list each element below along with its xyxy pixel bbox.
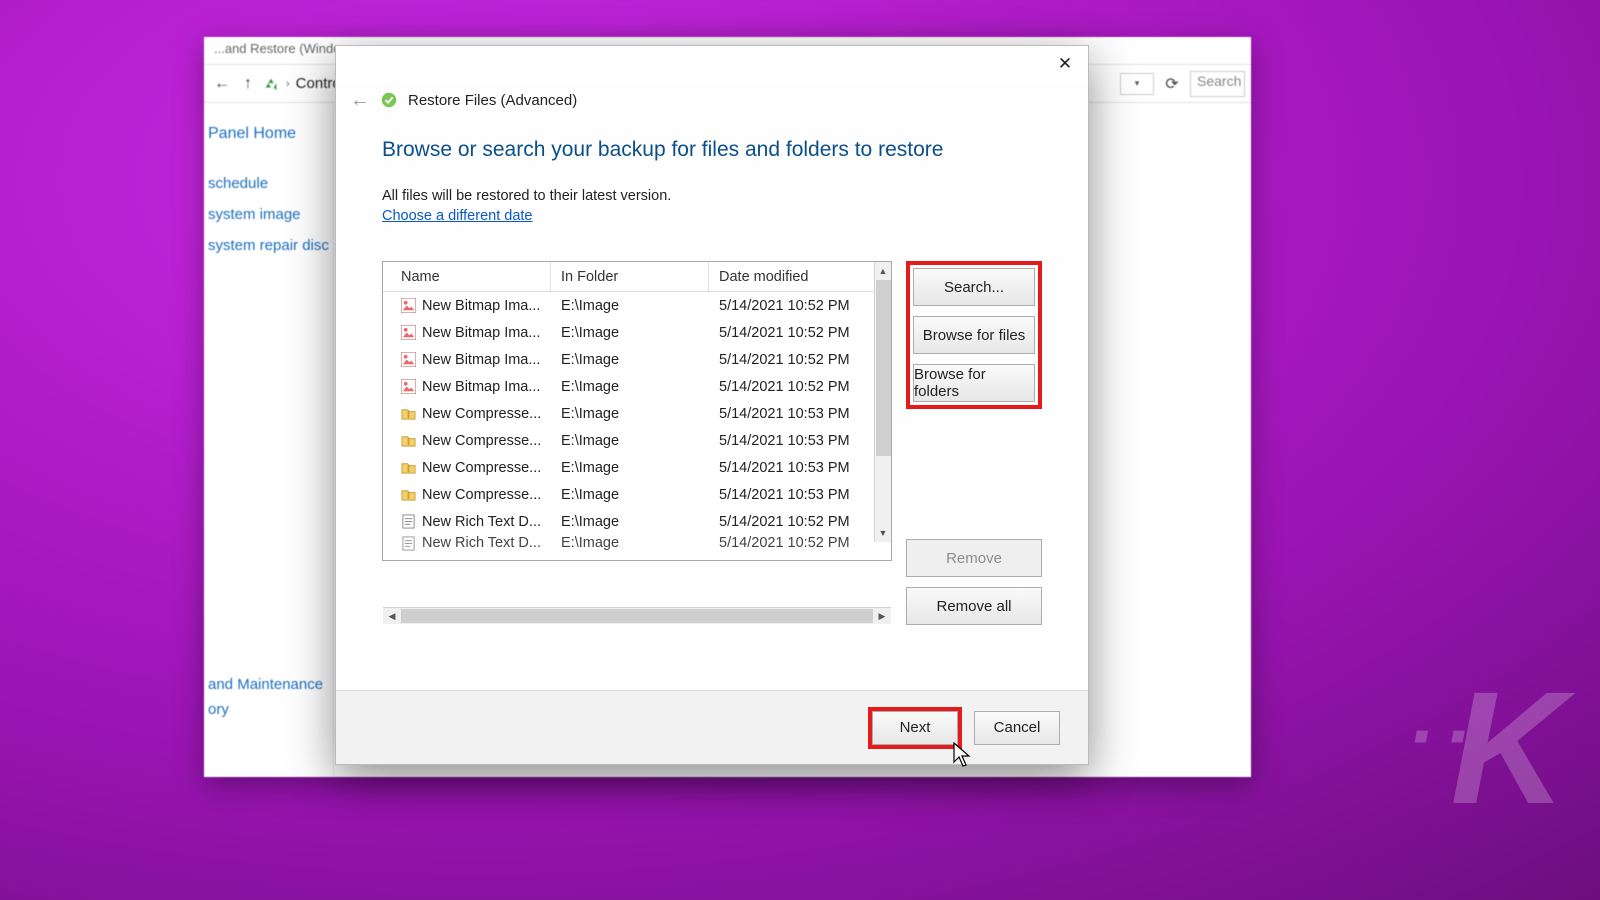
- file-folder: E:\Image: [551, 406, 709, 422]
- remove-button: Remove: [906, 539, 1042, 577]
- browse-folders-button[interactable]: Browse for folders: [913, 364, 1035, 402]
- recycle-icon: [262, 75, 280, 93]
- restore-files-dialog: ✕ ← Restore Files (Advanced) Browse or s…: [335, 45, 1089, 765]
- highlighted-button-group: Search... Browse for files Browse for fo…: [906, 261, 1042, 409]
- close-icon: ✕: [1058, 54, 1072, 74]
- col-folder[interactable]: In Folder: [551, 262, 709, 291]
- file-name: New Compresse...: [422, 433, 541, 449]
- horizontal-scrollbar[interactable]: ◀ ▶: [383, 607, 891, 624]
- scroll-up-icon[interactable]: ▲: [875, 262, 891, 280]
- file-icon: [401, 406, 416, 421]
- file-icon: [401, 352, 416, 367]
- panel-home-link[interactable]: Panel Home: [208, 125, 327, 143]
- file-name: New Rich Text D...: [422, 514, 541, 530]
- file-name: New Compresse...: [422, 460, 541, 476]
- sidebar-link-system-image[interactable]: system image: [208, 206, 327, 223]
- file-folder: E:\Image: [551, 514, 709, 530]
- file-icon: [401, 298, 416, 313]
- file-folder: E:\Image: [551, 460, 709, 476]
- file-name: New Bitmap Ima...: [422, 379, 540, 395]
- cancel-button[interactable]: Cancel: [974, 711, 1060, 745]
- list-row[interactable]: New Bitmap Ima... E:\Image5/14/2021 10:52…: [383, 319, 891, 346]
- refresh-icon[interactable]: ⟳: [1160, 72, 1184, 96]
- file-icon: [401, 325, 416, 340]
- file-list[interactable]: Name In Folder Date modified New Bitmap …: [382, 261, 892, 561]
- dialog-footer: Next Cancel: [336, 690, 1088, 764]
- bg-sidebar: Panel Home schedule system image system …: [204, 103, 334, 777]
- file-date: 5/14/2021 10:53 PM: [709, 433, 891, 449]
- col-name[interactable]: Name: [383, 262, 551, 291]
- dialog-subtext: All files will be restored to their late…: [382, 188, 1042, 204]
- remove-all-button[interactable]: Remove all: [906, 587, 1042, 625]
- file-date: 5/14/2021 10:52 PM: [709, 298, 891, 314]
- file-date: 5/14/2021 10:53 PM: [709, 406, 891, 422]
- file-name: New Bitmap Ima...: [422, 352, 540, 368]
- path-dropdown[interactable]: ▾: [1120, 73, 1154, 95]
- vertical-scrollbar[interactable]: ▲ ▼: [874, 262, 891, 542]
- scroll-left-icon[interactable]: ◀: [383, 608, 401, 624]
- nav-back-icon[interactable]: ←: [210, 75, 234, 93]
- browse-files-button[interactable]: Browse for files: [913, 316, 1035, 354]
- file-icon: [401, 514, 416, 529]
- scroll-right-icon[interactable]: ▶: [873, 608, 891, 624]
- hscroll-thumb[interactable]: [401, 609, 873, 623]
- scroll-down-icon[interactable]: ▼: [875, 524, 891, 542]
- list-row[interactable]: New Compresse... E:\Image5/14/2021 10:53 …: [383, 400, 891, 427]
- nav-up-icon[interactable]: ↑: [240, 75, 256, 93]
- file-folder: E:\Image: [551, 379, 709, 395]
- bg-search-input[interactable]: Search: [1190, 71, 1245, 97]
- file-date: 5/14/2021 10:53 PM: [709, 460, 891, 476]
- next-button[interactable]: Next: [872, 711, 958, 745]
- choose-date-link[interactable]: Choose a different date: [382, 208, 532, 224]
- col-date[interactable]: Date modified: [709, 262, 891, 291]
- sidebar-link-schedule[interactable]: schedule: [208, 175, 327, 192]
- file-folder: E:\Image: [551, 325, 709, 341]
- list-row[interactable]: New Compresse... E:\Image5/14/2021 10:53 …: [383, 427, 891, 454]
- list-row[interactable]: New Rich Text D...E:\Image5/14/2021 10:5…: [383, 535, 891, 551]
- restore-icon: [380, 91, 398, 109]
- list-row[interactable]: New Bitmap Ima... E:\Image5/14/2021 10:52…: [383, 292, 891, 319]
- file-icon: [401, 379, 416, 394]
- file-name: New Bitmap Ima...: [422, 325, 540, 341]
- list-row[interactable]: New Compresse... E:\Image5/14/2021 10:53 …: [383, 454, 891, 481]
- list-row[interactable]: New Compresse... E:\Image5/14/2021 10:53 …: [383, 481, 891, 508]
- search-button[interactable]: Search...: [913, 268, 1035, 306]
- file-name: New Compresse...: [422, 487, 541, 503]
- file-folder: E:\Image: [551, 487, 709, 503]
- dialog-title: Restore Files (Advanced): [408, 92, 577, 109]
- close-button[interactable]: ✕: [1042, 48, 1088, 80]
- file-date: 5/14/2021 10:52 PM: [709, 352, 891, 368]
- file-date: 5/14/2021 10:52 PM: [709, 325, 891, 341]
- sidebar-link-repair-disc[interactable]: system repair disc: [208, 237, 327, 254]
- list-row[interactable]: New Bitmap Ima... E:\Image5/14/2021 10:52…: [383, 373, 891, 400]
- sidebar-link-maintenance[interactable]: and Maintenance: [208, 676, 327, 693]
- dialog-heading: Browse or search your backup for files a…: [382, 138, 1042, 162]
- watermark-logo: ··K: [1407, 656, 1560, 840]
- file-folder: E:\Image: [551, 433, 709, 449]
- sidebar-link-ory[interactable]: ory: [208, 701, 327, 718]
- file-date: 5/14/2021 10:52 PM: [709, 514, 891, 530]
- file-name: New Bitmap Ima...: [422, 298, 540, 314]
- list-header[interactable]: Name In Folder Date modified: [383, 262, 891, 292]
- list-row[interactable]: New Bitmap Ima... E:\Image5/14/2021 10:52…: [383, 346, 891, 373]
- file-date: 5/14/2021 10:53 PM: [709, 487, 891, 503]
- list-row[interactable]: New Rich Text D... E:\Image5/14/2021 10:5…: [383, 508, 891, 535]
- file-date: 5/14/2021 10:52 PM: [709, 379, 891, 395]
- scroll-thumb[interactable]: [876, 280, 891, 456]
- file-folder: E:\Image: [551, 298, 709, 314]
- back-arrow-icon[interactable]: ←: [350, 89, 370, 112]
- file-icon: [401, 460, 416, 475]
- file-icon: [401, 433, 416, 448]
- chevron-right-icon: ›: [286, 78, 290, 90]
- file-icon: [401, 487, 416, 502]
- file-name: New Compresse...: [422, 406, 541, 422]
- file-folder: E:\Image: [551, 352, 709, 368]
